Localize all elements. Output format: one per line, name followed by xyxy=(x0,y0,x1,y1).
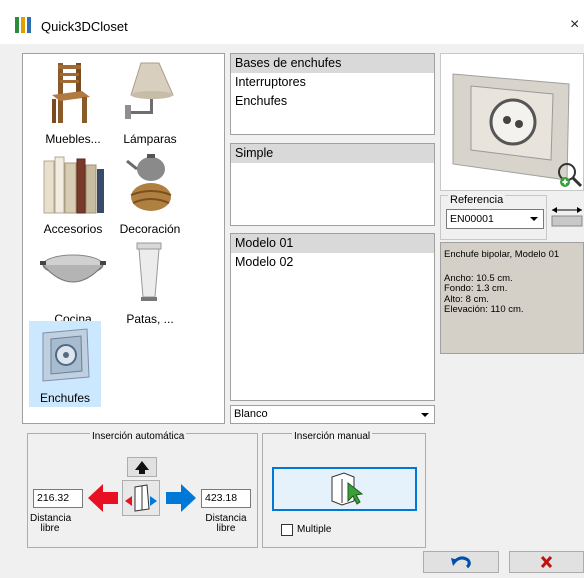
wok-icon xyxy=(38,239,108,307)
right-distance-field[interactable]: 423.18 xyxy=(201,489,251,508)
category-enchufes[interactable]: Enchufes xyxy=(29,321,101,407)
close-icon xyxy=(540,555,553,569)
reference-legend: Referencia xyxy=(448,194,506,206)
books-icon xyxy=(38,149,108,217)
list-item[interactable]: Enchufes xyxy=(231,92,434,111)
multiple-label: Multiple xyxy=(297,524,332,535)
insert-left-arrow-icon[interactable] xyxy=(86,481,120,518)
label-line: libre xyxy=(40,523,60,534)
category-panel: Muebles... Lámparas Accesorios Decoració… xyxy=(22,53,225,424)
right-distance-label: Distancia libre xyxy=(203,514,249,534)
move-up-button[interactable] xyxy=(127,457,157,477)
chair-icon xyxy=(38,59,108,127)
undo-button[interactable] xyxy=(423,551,499,573)
category-label: Decoración xyxy=(119,222,181,236)
zoom-icon[interactable] xyxy=(555,160,583,193)
type-list[interactable]: Simple xyxy=(230,143,435,226)
app-icon xyxy=(15,17,31,33)
category-label: Patas, ... xyxy=(126,312,174,326)
left-distance-field[interactable]: 216.32 xyxy=(33,489,83,508)
color-value: Blanco xyxy=(234,408,268,420)
cabinet-icon xyxy=(125,484,157,512)
description-title: Enchufe bipolar, Modelo 01 xyxy=(444,249,560,260)
socket-icon xyxy=(33,325,97,387)
reference-dropdown[interactable]: EN00001 xyxy=(446,209,544,229)
description-box: Enchufe bipolar, Modelo 01 Ancho: 10.5 c… xyxy=(440,242,584,354)
label-line: libre xyxy=(216,523,236,534)
left-distance-label: Distancia libre xyxy=(30,514,71,534)
cabinet-cursor-icon xyxy=(331,472,364,506)
category-label: Enchufes xyxy=(39,391,91,405)
model-list[interactable]: Modelo 01 Modelo 02 xyxy=(230,233,435,401)
chevron-down-icon xyxy=(421,413,429,417)
leg-icon xyxy=(115,239,185,307)
manual-insert-button[interactable] xyxy=(272,467,417,511)
list-item[interactable]: Interruptores xyxy=(231,73,434,92)
undo-icon xyxy=(451,556,471,569)
reference-value: EN00001 xyxy=(450,213,494,225)
measure-width-icon[interactable] xyxy=(550,203,584,229)
list-item[interactable]: Modelo 02 xyxy=(231,253,434,272)
subcategory-list[interactable]: Bases de enchufes Interruptores Enchufes xyxy=(230,53,435,135)
window-title: Quick3DCloset xyxy=(41,19,128,34)
color-dropdown[interactable]: Blanco xyxy=(230,405,435,424)
description-line: Fondo: 1.3 cm. xyxy=(444,283,508,294)
category-label: Lámparas xyxy=(123,132,177,146)
arrow-up-icon xyxy=(135,461,149,474)
auto-insert-legend: Inserción automática xyxy=(90,431,187,442)
description-line: Elevación: 110 cm. xyxy=(444,304,524,315)
teapot-basket-icon xyxy=(115,149,185,217)
manual-insert-legend: Inserción manual xyxy=(292,431,373,442)
place-center-button[interactable] xyxy=(122,480,160,516)
list-item-selected[interactable]: Bases de enchufes xyxy=(231,54,434,73)
insert-right-arrow-icon[interactable] xyxy=(164,481,198,518)
close-window-button[interactable]: × xyxy=(570,16,579,34)
multiple-checkbox[interactable] xyxy=(281,524,293,536)
cancel-button[interactable] xyxy=(509,551,584,573)
chevron-down-icon xyxy=(530,217,538,221)
list-item-selected[interactable]: Modelo 01 xyxy=(231,234,434,253)
list-item-selected[interactable]: Simple xyxy=(231,144,434,163)
lamp-icon xyxy=(115,59,185,127)
